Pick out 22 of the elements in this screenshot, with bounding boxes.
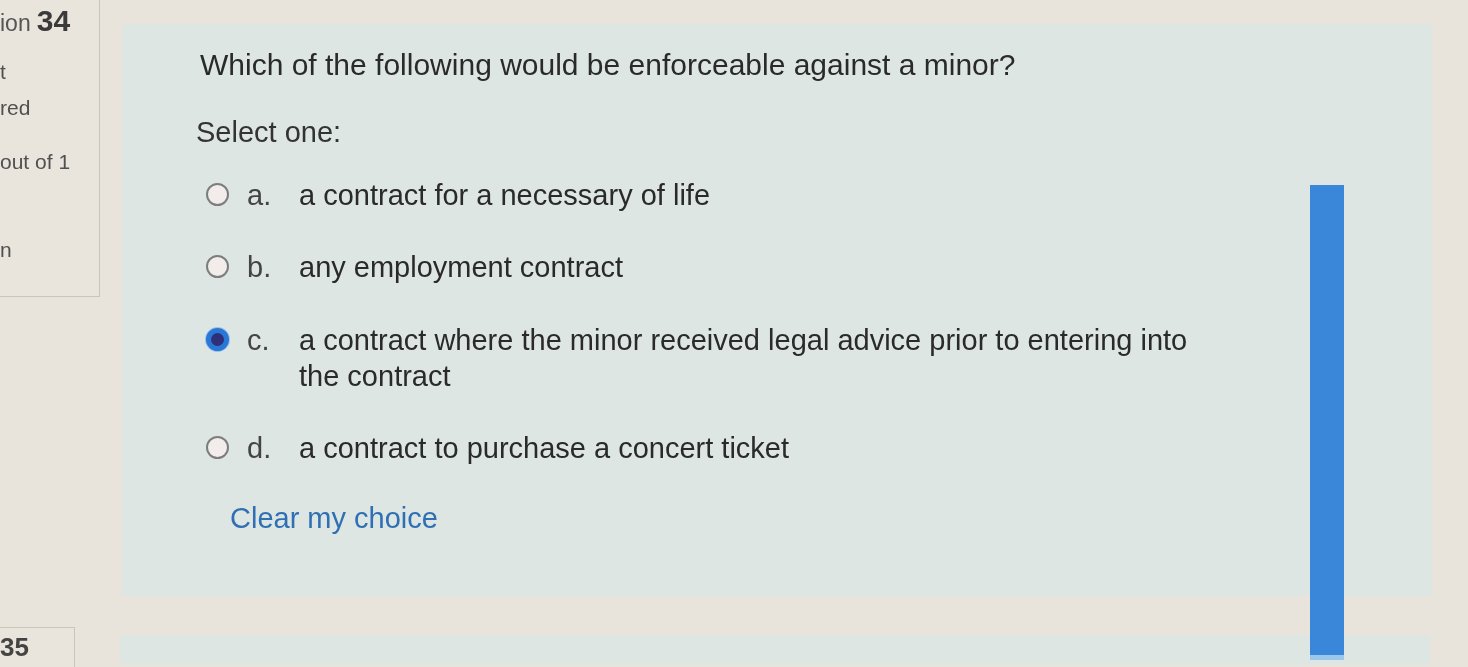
- radio-button[interactable]: [206, 183, 229, 206]
- next-question-number: 35: [0, 632, 30, 662]
- option-text[interactable]: a contract where the minor received legal advice prior to entering into the contract: [299, 321, 1214, 394]
- status-text: red: [0, 96, 31, 120]
- option-letter: b.: [247, 250, 273, 286]
- marks-text: out of 1: [0, 150, 71, 174]
- option-text[interactable]: a contract for a necessary of life: [299, 177, 711, 214]
- radio-button[interactable]: [206, 436, 229, 459]
- radio-button[interactable]: [206, 255, 229, 279]
- radio-button[interactable]: [206, 327, 229, 351]
- option-text[interactable]: any employment contract: [299, 249, 623, 286]
- question-text: Which of the following would be enforceable against a minor?: [200, 48, 1016, 82]
- flag-question-link[interactable]: n: [0, 238, 12, 262]
- option-letter: a.: [247, 178, 273, 213]
- select-prompt: Select one:: [196, 116, 342, 149]
- question-number: 34: [36, 4, 71, 38]
- question-label: ion: [0, 10, 31, 37]
- option-text[interactable]: a contract to purchase a concert ticket: [299, 430, 790, 467]
- option-letter: d.: [247, 431, 273, 466]
- option-letter: c.: [247, 322, 271, 358]
- clear-choice-link[interactable]: Clear my choice: [230, 502, 438, 536]
- status-text: t: [0, 60, 6, 84]
